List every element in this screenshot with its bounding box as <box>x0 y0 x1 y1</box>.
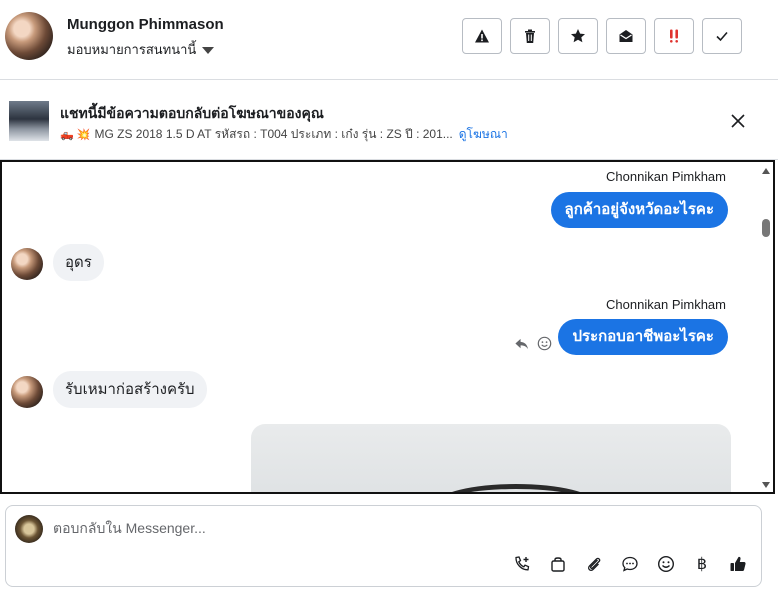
ad-description-row: 🛻 💥 MG ZS 2018 1.5 D AT รหัสรถ : T004 ปร… <box>60 125 508 144</box>
thumbs-up-icon <box>730 556 746 571</box>
close-icon <box>731 114 745 128</box>
ad-reply-banner: แชทนี้มีข้อความตอบกลับต่อโฆษณาของคุณ 🛻 💥… <box>0 81 778 160</box>
shop-button[interactable] <box>549 554 567 574</box>
call-button[interactable] <box>513 554 531 574</box>
ad-banner-title: แชทนี้มีข้อความตอบกลับต่อโฆษณาของคุณ <box>60 105 324 121</box>
composer-toolbar: ฿ <box>513 554 747 574</box>
ad-thumbnail[interactable] <box>9 101 49 141</box>
ad-emoji: 🛻 💥 <box>60 129 91 141</box>
message-composer: ฿ <box>5 505 762 587</box>
chat-bubble-icon <box>622 556 638 572</box>
contact-avatar[interactable] <box>5 12 53 60</box>
emoji-react-icon[interactable] <box>537 336 552 351</box>
shopping-bag-icon <box>551 557 565 572</box>
attach-button[interactable] <box>585 554 603 574</box>
checkmark-icon <box>716 31 728 42</box>
emoji-button[interactable] <box>657 554 675 574</box>
incoming-message[interactable]: รับเหมาก่อสร้างครับ <box>53 371 207 408</box>
incoming-message[interactable]: อุดร <box>53 244 104 281</box>
double-exclamation-icon <box>670 29 678 43</box>
assign-label: มอบหมายการสนทนานี้ <box>67 42 197 57</box>
messenger-conversation: Munggon Phimmason มอบหมายการสนทนานี้ แชท… <box>0 0 778 592</box>
important-button[interactable] <box>654 18 694 54</box>
assign-dropdown[interactable]: มอบหมายการสนทนานี้ <box>67 39 215 60</box>
page-avatar <box>15 515 43 543</box>
outgoing-message[interactable]: ประกอบอาชีพอะไรคะ <box>558 319 728 355</box>
message-sender: Chonnikan Pimkham <box>606 169 726 184</box>
report-button[interactable] <box>462 18 502 54</box>
ad-description: MG ZS 2018 1.5 D AT รหัสรถ : T004 ประเภท… <box>94 127 453 141</box>
view-ad-link[interactable]: ดูโฆษณา <box>459 125 508 144</box>
contact-avatar-small[interactable] <box>11 376 43 408</box>
message-sender: Chonnikan Pimkham <box>606 297 726 312</box>
like-button[interactable] <box>729 554 747 574</box>
done-button[interactable] <box>702 18 742 54</box>
outgoing-message[interactable]: ลูกค้าอยู่จังหวัดอะไรคะ <box>550 192 728 228</box>
phone-plus-icon <box>515 556 530 571</box>
message-actions <box>514 336 552 351</box>
delete-button[interactable] <box>510 18 550 54</box>
paperclip-icon <box>588 557 601 571</box>
scroll-down-arrow-icon[interactable] <box>762 482 770 488</box>
star-icon <box>571 29 585 43</box>
saved-replies-button[interactable] <box>621 554 639 574</box>
scrollbar-thumb[interactable] <box>762 219 770 237</box>
contact-name[interactable]: Munggon Phimmason <box>67 16 224 33</box>
smiley-icon <box>657 555 675 573</box>
reply-input[interactable] <box>53 520 653 536</box>
mark-unread-button[interactable] <box>606 18 646 54</box>
message-thread[interactable]: Chonnikan Pimkham ลูกค้าอยู่จังหวัดอะไรค… <box>0 160 775 494</box>
image-attachment[interactable] <box>251 424 731 492</box>
conversation-header: Munggon Phimmason มอบหมายการสนทนานี้ <box>0 0 778 80</box>
close-ad-banner-button[interactable] <box>726 109 750 133</box>
contact-avatar-small[interactable] <box>11 248 43 280</box>
envelope-open-icon <box>619 30 633 42</box>
header-actions <box>462 18 742 54</box>
trash-icon <box>525 29 535 43</box>
payment-button[interactable]: ฿ <box>693 554 711 574</box>
image-content <box>436 484 596 492</box>
chat-scrollbar[interactable] <box>759 162 773 492</box>
scroll-up-arrow-icon[interactable] <box>762 168 770 174</box>
caret-down-icon <box>202 46 215 54</box>
star-button[interactable] <box>558 18 598 54</box>
reply-icon[interactable] <box>514 336 529 351</box>
warning-icon <box>475 29 489 43</box>
